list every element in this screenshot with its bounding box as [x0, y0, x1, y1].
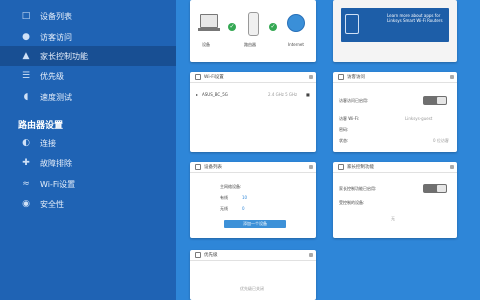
sidebar-item-label: 优先级 [40, 71, 64, 81]
sidebar-item-label: 连接 [40, 138, 56, 148]
lock-icon: ■ [306, 92, 310, 97]
connectivity-icon: ◐ [22, 138, 30, 148]
device-list-icon: □ [21, 11, 31, 21]
security-icon: ◉ [22, 199, 30, 209]
wifi-settings-card: Wi-Fi设置 ▸ ASUS_BC_5G 2.4 GHz 5 GHz ■ [190, 72, 316, 152]
wired-count: 10 [242, 195, 248, 200]
card-header: 优先级 [190, 250, 316, 261]
priority-icon: ☰ [21, 71, 31, 81]
guest-enabled-label: 访客访问已启用: [339, 98, 369, 103]
card-header: 家长控制功能 [333, 162, 457, 173]
guest-access-toggle[interactable] [423, 96, 447, 105]
restricted-devices-label: 受控制的设备: [339, 200, 365, 205]
wireless-count: 0 [242, 206, 245, 211]
sidebar-item-troubleshooting[interactable]: ✚ 故障排除 [0, 153, 176, 173]
wifi-network-name: ASUS_BC_5G [202, 92, 228, 97]
main-network-devices-label: 主网络设备: [220, 184, 242, 189]
sidebar: □ 设备列表 ● 访客访问 ▲ 家长控制功能 ☰ 优先级 ◖ 速度测试 路由器设… [0, 0, 176, 300]
card-title: 优先级 [204, 253, 218, 258]
promo-card[interactable]: Learn more about apps for Linksys Smart … [333, 0, 457, 62]
sidebar-item-label: 故障排除 [40, 158, 72, 168]
wifi-settings-icon: ≈ [22, 179, 30, 189]
wireless-label: 无线 [220, 206, 228, 211]
card-header: Wi-Fi设置 [190, 72, 316, 83]
wifi-icon [195, 74, 201, 80]
sidebar-item-speed-test[interactable]: ◖ 速度测试 [0, 87, 176, 107]
close-icon[interactable] [309, 165, 313, 169]
add-device-button[interactable]: 添加一个设备 [224, 220, 286, 228]
main-content: ✓ ✓ 设备 路由器 Internet Learn more about app… [176, 0, 480, 300]
guest-status-label: 状态: [339, 138, 349, 143]
guest-password-label: 密码: [339, 127, 349, 132]
network-map-label-internet: Internet [288, 42, 304, 47]
card-title: 设备列表 [204, 165, 222, 170]
sidebar-item-label: 访客访问 [40, 32, 72, 42]
device-list-icon [195, 164, 201, 170]
priority-icon [195, 252, 201, 258]
parental-controls-toggle[interactable] [423, 184, 447, 193]
sidebar-section-title: 路由器设置 [18, 121, 64, 131]
sidebar-item-priority[interactable]: ☰ 优先级 [0, 66, 176, 86]
sidebar-item-label: 家长控制功能 [40, 51, 88, 61]
sidebar-item-device-list[interactable]: □ 设备列表 [0, 6, 176, 26]
promo-text: Learn more about apps for Linksys Smart … [387, 13, 443, 23]
wired-label: 有线 [220, 195, 228, 200]
sidebar-item-label: 安全性 [40, 199, 64, 209]
sidebar-item-parental-controls[interactable]: ▲ 家长控制功能 [0, 46, 176, 66]
internet-globe-icon [287, 14, 305, 32]
card-header: 设备列表 [190, 162, 316, 173]
parental-control-icon: ▲ [22, 51, 30, 61]
close-icon[interactable] [309, 75, 313, 79]
check-icon: ✓ [269, 23, 277, 31]
check-icon: ✓ [228, 23, 236, 31]
network-map-card: ✓ ✓ 设备 路由器 Internet [190, 0, 316, 62]
promo-banner[interactable]: Learn more about apps for Linksys Smart … [341, 8, 449, 42]
close-icon[interactable] [450, 165, 454, 169]
guest-access-card: 访客访问 访客访问已启用: 访客 Wi-Fi: Linksys-guest 密码… [333, 72, 457, 152]
network-map-label-router: 路由器 [244, 42, 256, 47]
sidebar-item-label: 速度测试 [40, 92, 72, 102]
guest-access-icon: ● [22, 32, 30, 42]
restricted-devices-value: 无 [391, 216, 395, 221]
wifi-band: 2.4 GHz 5 GHz [268, 92, 298, 97]
phone-icon [345, 14, 359, 34]
parental-enabled-label: 家长控制功能已启用: [339, 186, 377, 191]
guest-access-icon [338, 74, 344, 80]
device-list-card: 设备列表 主网络设备: 有线 10 无线 0 添加一个设备 [190, 162, 316, 238]
priority-card: 优先级 优先级已关闭 [190, 250, 316, 300]
sidebar-item-wifi-settings[interactable]: ≈ Wi-Fi设置 [0, 174, 176, 194]
close-icon[interactable] [309, 253, 313, 257]
expand-icon[interactable]: ▸ [196, 92, 198, 97]
parental-controls-card: 家长控制功能 家长控制功能已启用: 受控制的设备: 无 [333, 162, 457, 238]
speed-test-icon: ◖ [23, 92, 29, 102]
parental-control-icon [338, 164, 344, 170]
guest-wifi-value: Linksys-guest [405, 116, 433, 121]
card-title: Wi-Fi设置 [204, 75, 224, 80]
network-map-label-device: 设备 [202, 42, 210, 47]
sidebar-item-guest-access[interactable]: ● 访客访问 [0, 27, 176, 47]
troubleshooting-icon: ✚ [22, 158, 30, 168]
card-header: 访客访问 [333, 72, 457, 83]
guest-wifi-label: 访客 Wi-Fi: [339, 116, 360, 121]
card-title: 访客访问 [347, 75, 365, 80]
sidebar-item-connectivity[interactable]: ◐ 连接 [0, 133, 176, 153]
computer-base-icon [198, 28, 220, 31]
sidebar-item-label: Wi-Fi设置 [40, 179, 76, 189]
sidebar-item-label: 设备列表 [40, 11, 72, 21]
close-icon[interactable] [450, 75, 454, 79]
router-icon [248, 12, 259, 36]
priority-status: 优先级已关闭 [240, 286, 264, 291]
sidebar-item-security[interactable]: ◉ 安全性 [0, 194, 176, 214]
computer-icon [200, 14, 218, 28]
card-title: 家长控制功能 [347, 165, 374, 170]
guest-status-value: 0 位访客 [433, 138, 449, 143]
